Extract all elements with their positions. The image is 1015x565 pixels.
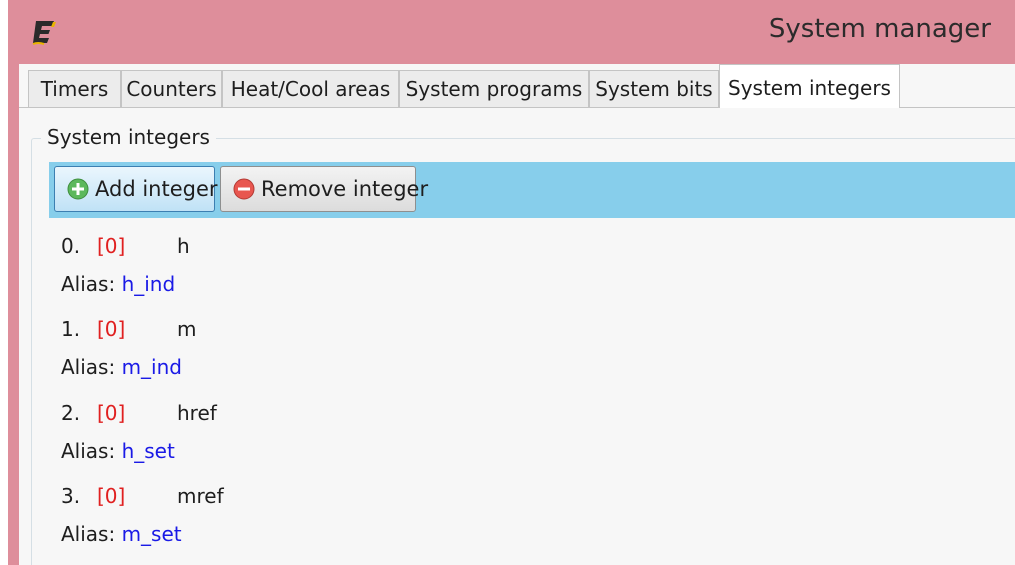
integer-name: m: [177, 317, 197, 341]
add-icon: [67, 178, 89, 200]
alias-value: h_set: [121, 439, 175, 463]
integer-toolbar: Add integer Remove integer: [49, 162, 1015, 218]
tab-strip: Timers Counters Heat/Cool areas System p…: [19, 64, 1015, 108]
integer-name: h: [177, 234, 190, 258]
tab-timers[interactable]: Timers: [28, 70, 121, 107]
integer-name: mref: [177, 484, 224, 508]
system-integers-panel: System integers Add integer Remove integ…: [19, 108, 1015, 565]
window-frame: [8, 64, 19, 565]
integer-index: 0.: [61, 234, 81, 258]
alias-prefix: Alias:: [61, 522, 116, 546]
alias-line: Alias: m_set: [61, 522, 182, 546]
add-integer-button[interactable]: Add integer: [54, 166, 218, 212]
client-area: Timers Counters Heat/Cool areas System p…: [19, 64, 1015, 565]
tab-system-integers[interactable]: System integers: [719, 64, 900, 108]
integer-value: [0]: [97, 234, 126, 258]
integer-index: 1.: [61, 317, 81, 341]
title-bar[interactable]: System manager: [8, 0, 1015, 64]
integer-index: 2.: [61, 401, 81, 425]
alias-prefix: Alias:: [61, 439, 116, 463]
window-title: System manager: [768, 14, 991, 44]
groupbox-title: System integers: [41, 125, 216, 149]
app-logo-icon: [32, 21, 56, 45]
alias-prefix: Alias:: [61, 272, 116, 296]
alias-line: Alias: m_ind: [61, 355, 182, 379]
alias-value: m_ind: [121, 355, 182, 379]
integer-index: 3.: [61, 484, 81, 508]
alias-value: m_set: [121, 522, 182, 546]
integer-value: [0]: [97, 484, 126, 508]
system-manager-window: System manager Timers Counters Heat/Cool…: [0, 0, 1015, 565]
integer-value: [0]: [97, 401, 126, 425]
remove-icon: [233, 178, 255, 200]
tab-heat-cool-areas[interactable]: Heat/Cool areas: [222, 70, 399, 107]
add-integer-label: Add integer: [95, 177, 218, 201]
tab-system-programs[interactable]: System programs: [399, 70, 589, 107]
alias-value: h_ind: [121, 272, 176, 296]
remove-integer-label: Remove integer: [261, 177, 429, 201]
alias-line: Alias: h_ind: [61, 272, 175, 296]
integer-name: href: [177, 401, 217, 425]
alias-line: Alias: h_set: [61, 439, 175, 463]
integer-value: [0]: [97, 317, 126, 341]
tab-counters[interactable]: Counters: [121, 70, 222, 107]
tab-system-bits[interactable]: System bits: [589, 70, 719, 107]
remove-integer-button[interactable]: Remove integer: [220, 166, 428, 212]
alias-prefix: Alias:: [61, 355, 116, 379]
